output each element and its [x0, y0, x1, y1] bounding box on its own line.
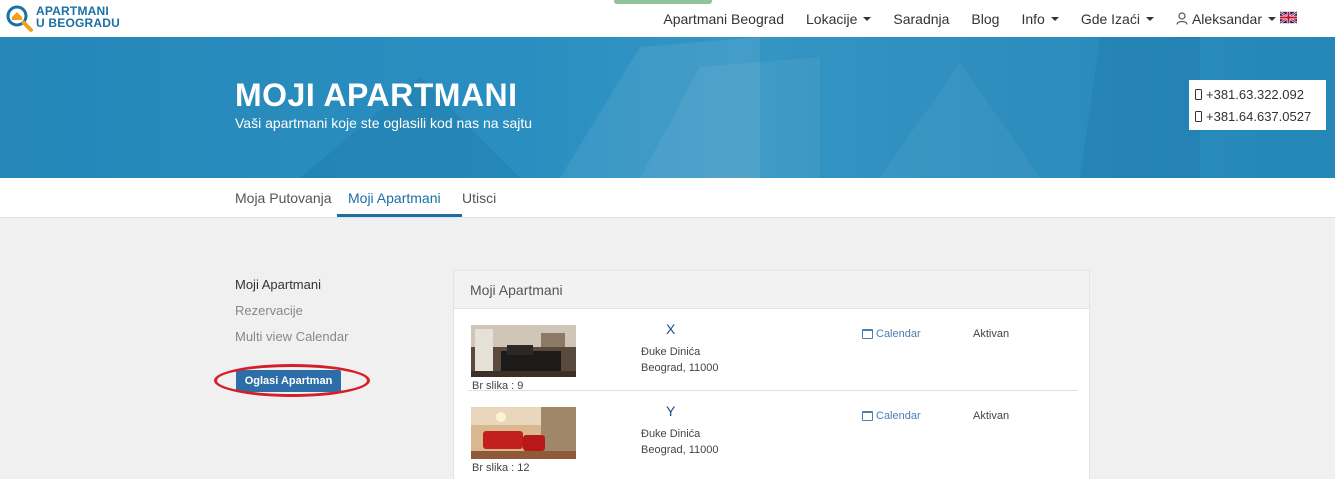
- apartment-address: Đuke Dinića Beograd, 11000: [641, 344, 718, 376]
- photo-count: Br slika : 12: [472, 462, 530, 474]
- apartment-row: Br slika : 12 Y Đuke Dinića Beograd, 110…: [468, 391, 1078, 474]
- logo-text: APARTMANI U BEOGRADU: [36, 5, 120, 29]
- nav-blog[interactable]: Blog: [960, 11, 1010, 27]
- site-logo[interactable]: APARTMANI U BEOGRADU: [6, 4, 136, 34]
- main-nav: Apartmani Beograd Lokacije Saradnja Blog…: [652, 0, 1287, 37]
- panel-title: Moji Apartmani: [454, 271, 1089, 309]
- tab-moji-apartmani[interactable]: Moji Apartmani: [348, 190, 441, 206]
- apartments-panel: Moji Apartmani Br slika : 9 X Đuke Dinić…: [453, 270, 1090, 479]
- apartment-address: Đuke Dinića Beograd, 11000: [641, 426, 718, 458]
- phone-number: +381.63.322.092: [1206, 86, 1304, 102]
- nav-user-menu[interactable]: Aleksandar: [1165, 11, 1287, 27]
- caret-down-icon: [863, 16, 872, 21]
- phone-number: +381.64.637.0527: [1206, 108, 1312, 124]
- nav-gde-izaci[interactable]: Gde Izaći: [1070, 11, 1165, 27]
- address-city: Beograd, 11000: [641, 444, 719, 456]
- calendar-icon: [862, 411, 873, 421]
- uk-flag-icon[interactable]: [1280, 11, 1297, 24]
- apartment-name-link[interactable]: Y: [666, 403, 675, 419]
- magnifier-house-icon: [6, 5, 33, 32]
- apartment-name-link[interactable]: X: [666, 321, 675, 337]
- calendar-label: Calendar: [876, 328, 921, 340]
- hero-overlay: [0, 37, 1335, 178]
- calendar-label: Calendar: [876, 410, 921, 422]
- status-label: Aktivan: [973, 410, 1010, 422]
- tab-utisci[interactable]: Utisci: [462, 190, 496, 206]
- nav-saradnja[interactable]: Saradnja: [882, 11, 960, 27]
- sidebar-item-multi-view-calendar[interactable]: Multi view Calendar: [235, 329, 348, 344]
- top-navbar: APARTMANI U BEOGRADU Apartmani Beograd L…: [0, 0, 1335, 37]
- nav-label: Blog: [971, 10, 1000, 27]
- sidebar-item-moji-apartmani[interactable]: Moji Apartmani: [235, 277, 321, 292]
- sidebar-item-rezervacije[interactable]: Rezervacije: [235, 303, 303, 318]
- nav-lokacije[interactable]: Lokacije: [795, 11, 882, 27]
- calendar-link[interactable]: Calendar: [862, 328, 921, 340]
- address-street: Đuke Dinića: [641, 428, 701, 440]
- phone-row[interactable]: +381.64.637.0527: [1195, 105, 1320, 127]
- active-tab-indicator: [337, 214, 462, 217]
- page-subtitle: Vaši apartmani koje ste oglasili kod nas…: [235, 115, 533, 131]
- nav-label: Info: [1021, 10, 1045, 27]
- caret-down-icon: [1268, 16, 1276, 21]
- page-title: MOJI APARTMANI: [235, 77, 518, 113]
- nav-label: Aleksandar: [1191, 10, 1262, 27]
- user-icon: [1176, 12, 1188, 25]
- apartment-photo-image: [471, 407, 576, 459]
- address-street: Đuke Dinića: [641, 346, 701, 358]
- caret-down-icon: [1145, 16, 1154, 21]
- nav-label: Saradnja: [893, 10, 950, 27]
- mobile-phone-icon: [1195, 88, 1202, 100]
- apartment-photo[interactable]: [471, 325, 576, 377]
- apartment-photo-image: [471, 325, 576, 377]
- nav-apartmani-beograd[interactable]: Apartmani Beograd: [652, 11, 795, 27]
- profile-tabs: Moja Putovanja Moji Apartmani Utisci: [0, 178, 1335, 218]
- highlight-ellipse: [214, 364, 370, 397]
- hero-banner: MOJI APARTMANI Vaši apartmani koje ste o…: [0, 37, 1335, 178]
- mobile-phone-icon: [1195, 110, 1202, 122]
- contact-phones: +381.63.322.092 +381.64.637.0527: [1189, 80, 1326, 130]
- phone-row[interactable]: +381.63.322.092: [1195, 83, 1320, 105]
- caret-down-icon: [1050, 16, 1059, 21]
- logo-line-2: U BEOGRADU: [36, 16, 121, 30]
- nav-label: Apartmani Beograd: [663, 10, 784, 27]
- tab-moja-putovanja[interactable]: Moja Putovanja: [235, 190, 332, 206]
- nav-label: Gde Izaći: [1080, 10, 1140, 27]
- status-label: Aktivan: [973, 328, 1010, 340]
- calendar-link[interactable]: Calendar: [862, 410, 921, 422]
- apartment-photo[interactable]: [471, 407, 576, 459]
- apartment-row: Br slika : 9 X Đuke Dinića Beograd, 1100…: [468, 309, 1078, 392]
- calendar-icon: [862, 329, 873, 339]
- nav-info[interactable]: Info: [1010, 11, 1069, 27]
- address-city: Beograd, 11000: [641, 362, 719, 374]
- nav-label: Lokacije: [806, 10, 858, 27]
